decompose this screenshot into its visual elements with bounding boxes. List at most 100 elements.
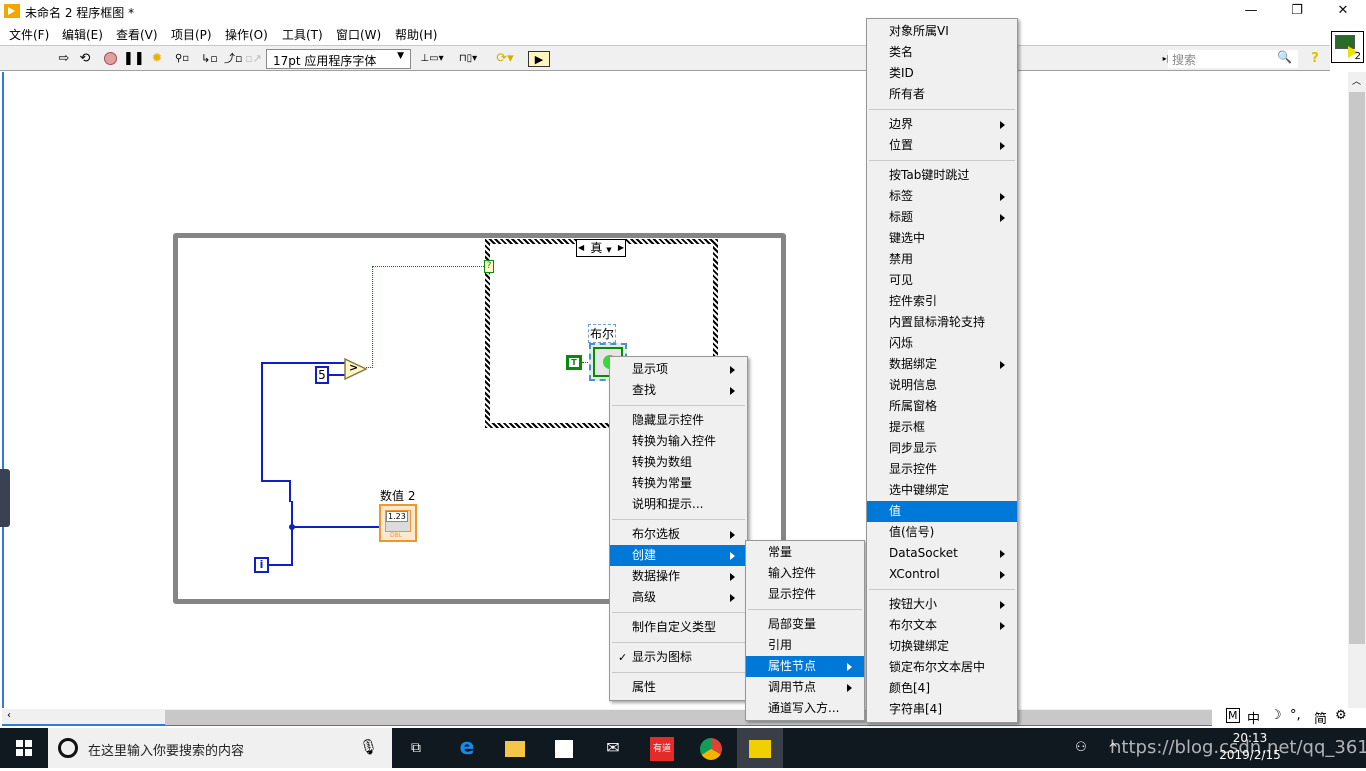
font-select[interactable]: 17pt 应用程序字体 ▼ (266, 49, 411, 69)
context-menu-item[interactable]: 创建 (610, 545, 747, 566)
task-view-icon[interactable]: ⧉ (393, 728, 439, 768)
abort-icon[interactable] (102, 51, 118, 67)
step-out-icon[interactable]: ▫↗ (245, 51, 262, 67)
file-explorer-icon[interactable] (492, 728, 538, 768)
context-menu-item[interactable]: ✓ 显示为图标 (610, 647, 747, 668)
cleanup-diagram-icon[interactable]: ▶ (528, 51, 550, 67)
microphone-icon[interactable]: 🎙 (359, 738, 378, 756)
context-menu-item[interactable]: 制作自定义类型 (610, 617, 747, 638)
property-menu-item[interactable]: 颜色[4] (867, 678, 1017, 699)
wire[interactable] (291, 501, 293, 565)
property-menu-item[interactable]: 切换键绑定 (867, 636, 1017, 657)
search-input[interactable]: 搜索 🔍 (1168, 50, 1298, 68)
run-continuous-icon[interactable]: ⟲ (77, 51, 93, 67)
menu-view[interactable]: 查看(V) (116, 26, 158, 43)
wire[interactable] (261, 480, 291, 482)
property-menu-item[interactable]: 类名 (867, 42, 1017, 63)
context-menu-item[interactable]: 数据操作 (610, 566, 747, 587)
reorder-icon[interactable]: ⟳▾ (493, 51, 517, 67)
close-button[interactable]: ✕ (1320, 0, 1366, 23)
ime-mode-icon[interactable]: M (1226, 708, 1240, 723)
property-menu-item[interactable]: 标签 (867, 186, 1017, 207)
context-menu-item[interactable]: 属性 (610, 677, 747, 698)
wire[interactable] (289, 480, 291, 502)
property-menu-item[interactable]: 键选中 (867, 228, 1017, 249)
distribute-objects-icon[interactable]: ⊓▯▾ (456, 51, 480, 67)
vi-icon[interactable]: 2 (1331, 31, 1364, 63)
property-menu-item[interactable]: 提示框 (867, 417, 1017, 438)
ime-punctuation-toggle[interactable]: °, (1290, 708, 1301, 723)
ime-simplified-toggle[interactable]: 简 (1314, 708, 1327, 727)
context-menu-item[interactable]: 高级 (610, 587, 747, 608)
menu-window[interactable]: 窗口(W) (336, 26, 381, 43)
mail-icon[interactable]: ✉ (590, 728, 636, 768)
property-menu-item[interactable]: 所有者 (867, 84, 1017, 105)
property-menu-item[interactable]: 闪烁 (867, 333, 1017, 354)
scroll-left-icon[interactable]: ‹ (7, 710, 11, 721)
labview-taskbar-icon[interactable] (737, 728, 783, 768)
property-menu-item[interactable]: 按Tab键时跳过 (867, 165, 1017, 186)
menu-edit[interactable]: 编辑(E) (62, 26, 103, 43)
context-menu-item[interactable]: 转换为常量 (610, 473, 747, 494)
menu-file[interactable]: 文件(F) (9, 26, 49, 43)
property-menu-item[interactable]: 值(信号) (867, 522, 1017, 543)
start-button[interactable] (0, 728, 48, 768)
boolean-indicator-label[interactable]: 布尔 (588, 324, 617, 343)
context-menu-item[interactable]: 隐藏显示控件 (610, 410, 747, 431)
property-menu-item[interactable]: 类ID (867, 63, 1017, 84)
search-icon[interactable]: 🔍 (1277, 50, 1292, 64)
wire[interactable] (372, 266, 373, 368)
minimize-button[interactable]: — (1228, 0, 1274, 23)
context-menu-item[interactable]: 布尔选板 (610, 524, 747, 545)
property-menu-item[interactable]: 数据绑定 (867, 354, 1017, 375)
highlight-execution-icon[interactable]: ✹ (149, 51, 165, 67)
numeric-indicator-label[interactable]: 数值 2 (380, 487, 415, 504)
property-menu-item[interactable]: 控件索引 (867, 291, 1017, 312)
numeric-indicator-terminal[interactable]: 1.23 DBL (379, 504, 417, 542)
property-menu-item[interactable]: 同步显示 (867, 438, 1017, 459)
boolean-constant[interactable]: T (566, 355, 582, 370)
menu-operate[interactable]: 操作(O) (225, 26, 268, 43)
property-menu-item[interactable]: 位置 (867, 135, 1017, 156)
context-menu-item[interactable]: 转换为输入控件 (610, 431, 747, 452)
case-next-icon[interactable]: ▶ (618, 240, 624, 256)
case-selector[interactable]: ◀ 真 ▼ ▶ (576, 239, 626, 257)
step-over-icon[interactable]: ⤴▫ (224, 51, 242, 67)
taskbar-search-box[interactable]: 在这里输入你要搜索的内容 🎙 (48, 728, 392, 768)
wire[interactable] (291, 526, 381, 528)
youdao-icon[interactable]: 有道 (639, 728, 685, 768)
property-menu-item[interactable]: 边界 (867, 114, 1017, 135)
horizontal-scrollbar-thumb[interactable] (165, 710, 1212, 725)
taskbar-clock[interactable]: 20:13 2019/2/15 (1215, 730, 1285, 764)
property-menu-item[interactable]: 禁用 (867, 249, 1017, 270)
scroll-up-icon[interactable]: ︿ (1352, 74, 1361, 87)
greater-than-node[interactable]: > (344, 357, 368, 383)
property-menu-item[interactable]: 锁定布尔文本居中 (867, 657, 1017, 678)
maximize-button[interactable]: ❐ (1274, 0, 1320, 23)
store-icon[interactable] (541, 728, 587, 768)
vertical-scrollbar-thumb[interactable] (1349, 92, 1365, 644)
create-menu-item[interactable]: 调用节点 (746, 677, 864, 698)
ime-chinese-toggle[interactable]: 中 (1247, 708, 1260, 727)
property-menu-item[interactable]: DataSocket (867, 543, 1017, 564)
property-menu-item[interactable]: 内置鼠标滑轮支持 (867, 312, 1017, 333)
edge-icon[interactable]: e (444, 728, 490, 768)
numeric-constant[interactable]: 5 (315, 366, 329, 384)
ime-width-toggle[interactable]: ☽ (1270, 708, 1282, 723)
context-menu-item[interactable]: 查找 (610, 380, 747, 401)
wire[interactable] (261, 362, 263, 480)
property-menu-item[interactable]: 所属窗格 (867, 396, 1017, 417)
gear-icon[interactable]: ⚙ (1335, 708, 1347, 723)
property-menu-item[interactable]: XControl (867, 564, 1017, 585)
property-menu-item[interactable]: 选中键绑定 (867, 480, 1017, 501)
create-menu-item[interactable]: 局部变量 (746, 614, 864, 635)
create-menu-item[interactable]: 常量 (746, 542, 864, 563)
property-menu-item[interactable]: 说明信息 (867, 375, 1017, 396)
create-menu-item[interactable]: 引用 (746, 635, 864, 656)
chrome-icon[interactable] (688, 728, 734, 768)
context-menu-item[interactable]: 说明和提示... (610, 494, 747, 515)
pause-icon[interactable]: ❚❚ (123, 51, 145, 67)
menu-help[interactable]: 帮助(H) (395, 26, 437, 43)
property-menu-item[interactable]: 按钮大小 (867, 594, 1017, 615)
context-menu-item[interactable]: 显示项 (610, 359, 747, 380)
